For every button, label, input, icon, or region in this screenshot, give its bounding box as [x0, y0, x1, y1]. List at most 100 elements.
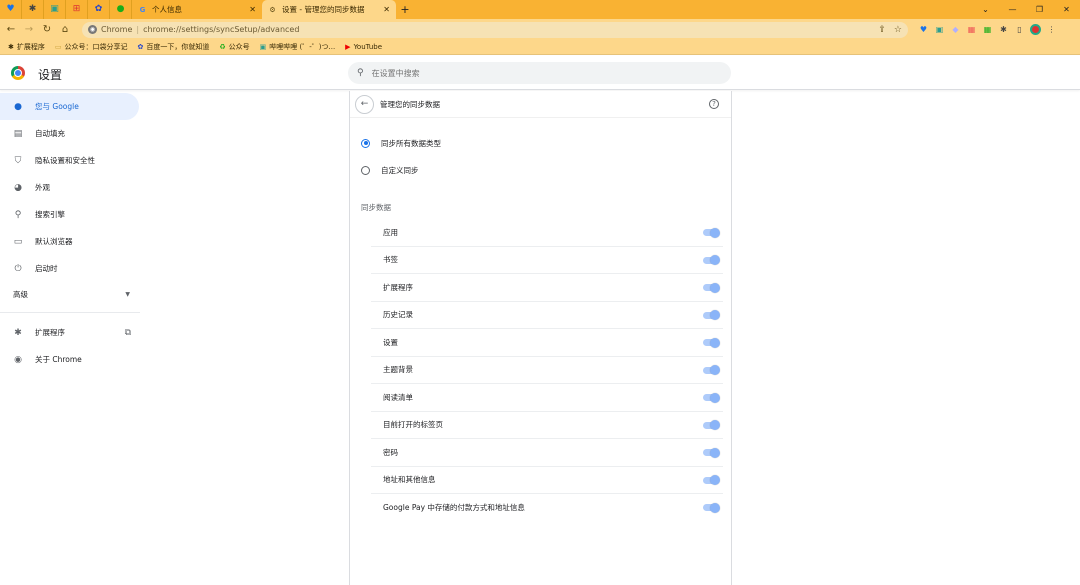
- toggle-switch[interactable]: [703, 310, 720, 320]
- palette-icon: ◕: [14, 182, 22, 193]
- avatar[interactable]: [1030, 24, 1041, 35]
- close-icon[interactable]: ✕: [383, 5, 390, 14]
- settings-search[interactable]: ⚲: [348, 62, 731, 84]
- pinned-tab-5[interactable]: ✿: [88, 0, 110, 19]
- sync-settings-card: ← 管理您的同步数据 ? 同步所有数据类型 自定义同步 同步数据 应用 书签 扩…: [349, 91, 732, 585]
- location-icon: ♥: [6, 4, 15, 14]
- page-icon: ▭: [54, 43, 62, 51]
- toggle-switch[interactable]: [703, 447, 720, 458]
- fox-icon[interactable]: ◆: [950, 24, 961, 35]
- sidebar-item-about-chrome[interactable]: ◉ 关于 Chrome: [0, 346, 145, 373]
- recycle-icon: ♻: [219, 43, 226, 51]
- sidebar-item-you-and-google[interactable]: ● 您与 Google: [0, 93, 139, 120]
- sidebar-item-privacy[interactable]: ⛉ 隐私设置和安全性: [0, 147, 145, 174]
- tab-strip: ♥ ✱ ▣ ⊞ ✿ ● G 个人信息 ✕ ⚙ 设置 - 管理您的同步数据 ✕ +…: [0, 0, 1080, 19]
- reload-icon[interactable]: ↻: [40, 23, 54, 37]
- share-icon[interactable]: ⇪: [878, 25, 886, 35]
- search-icon: ⚲: [14, 209, 22, 220]
- sidebar-divider: [0, 312, 140, 313]
- back-icon[interactable]: ←: [4, 23, 18, 37]
- restore-icon[interactable]: ❐: [1026, 5, 1053, 14]
- settings-sidebar: ● 您与 Google ▤ 自动填充 ⛉ 隐私设置和安全性 ◕ 外观 ⚲ 搜索引…: [0, 93, 145, 373]
- sync-item-bookmarks: 书签: [371, 247, 723, 274]
- toggle-switch[interactable]: [703, 255, 720, 265]
- menu-icon[interactable]: ⋮: [1046, 24, 1057, 35]
- power-icon: ⏻: [14, 263, 22, 274]
- toggle-switch[interactable]: [703, 392, 720, 403]
- sync-item-history: 历史记录: [371, 302, 723, 329]
- sidebar-item-on-startup[interactable]: ⏻ 启动时: [0, 255, 145, 282]
- sidebar-item-extensions[interactable]: ✱ 扩展程序 ⧉: [0, 319, 145, 346]
- puzzle-icon: ✱: [28, 4, 37, 14]
- sidebar-item-search-engine[interactable]: ⚲ 搜索引擎: [0, 201, 145, 228]
- toggle-switch[interactable]: [703, 365, 720, 375]
- cat-icon[interactable]: ▣: [934, 24, 945, 35]
- radio-button-checked[interactable]: [361, 138, 370, 148]
- page-title: 设置: [38, 68, 63, 82]
- sidebar-advanced-toggle[interactable]: 高级 ▼: [0, 282, 140, 306]
- back-arrow-icon[interactable]: ←: [355, 94, 374, 114]
- sync-item-apps: 应用: [371, 219, 723, 247]
- toggle-switch[interactable]: [703, 475, 720, 485]
- address-bar[interactable]: ◉ Chrome | chrome://settings/syncSetup/a…: [82, 21, 908, 38]
- pinned-tab-2[interactable]: ✱: [22, 0, 44, 19]
- sidebar-icon[interactable]: ▯: [1014, 24, 1025, 35]
- toggle-switch[interactable]: [703, 282, 720, 293]
- bookmark-bilibili[interactable]: ▣ 哔哩哔哩 (゜-゜)つ...: [260, 42, 336, 52]
- radio-button[interactable]: [361, 165, 370, 175]
- tab-personal-info[interactable]: G 个人信息 ✕: [132, 0, 262, 19]
- bookmark-wechat[interactable]: ♻ 公众号: [219, 42, 249, 52]
- new-tab-button[interactable]: +: [396, 0, 414, 19]
- sidebar-item-autofill[interactable]: ▤ 自动填充: [0, 120, 145, 147]
- bookmark-baidu[interactable]: ✿ 百度一下，你就知道: [138, 42, 210, 52]
- toggle-switch[interactable]: [703, 337, 720, 348]
- search-input[interactable]: [371, 68, 672, 78]
- minimize-icon[interactable]: —: [999, 5, 1026, 14]
- tab-settings[interactable]: ⚙ 设置 - 管理您的同步数据 ✕: [262, 0, 396, 19]
- close-window-icon[interactable]: ✕: [1053, 5, 1080, 14]
- pinned-tab-4[interactable]: ⊞: [66, 0, 88, 19]
- bookmark-youtube[interactable]: ▶ YouTube: [345, 43, 382, 51]
- sync-item-settings: 设置: [371, 329, 723, 357]
- url-text[interactable]: chrome://settings/syncSetup/advanced: [143, 25, 299, 34]
- sync-item-extensions: 扩展程序: [371, 274, 723, 302]
- close-icon[interactable]: ✕: [249, 5, 256, 14]
- pinned-tab-6[interactable]: ●: [110, 0, 132, 19]
- star-icon[interactable]: ☆: [894, 25, 902, 35]
- puzzle-icon: ✱: [8, 43, 14, 51]
- grid-icon[interactable]: ▦: [982, 24, 993, 35]
- radio-sync-all[interactable]: 同步所有数据类型: [361, 136, 441, 150]
- shield-icon: ⛉: [14, 155, 22, 166]
- youtube-icon: ▶: [345, 43, 351, 51]
- browser-icon: ▭: [13, 236, 23, 247]
- forward-icon[interactable]: →: [22, 23, 36, 37]
- toggle-switch[interactable]: [703, 502, 720, 513]
- puzzle-icon[interactable]: ✱: [998, 24, 1009, 35]
- card-title: 管理您的同步数据: [380, 99, 440, 109]
- location-icon[interactable]: ♥: [918, 24, 929, 35]
- chrome-icon: ◉: [14, 354, 22, 365]
- radio-custom-sync[interactable]: 自定义同步: [361, 163, 419, 177]
- pinned-tab-1[interactable]: ♥: [0, 0, 22, 19]
- bookmark-pocket[interactable]: ▭ 公众号：口袋分享记: [55, 42, 128, 52]
- grid-icon: ⊞: [72, 4, 81, 14]
- bookmark-extensions[interactable]: ✱ 扩展程序: [8, 42, 45, 52]
- clipboard-icon: ▤: [13, 128, 23, 139]
- extension-icons: ♥ ▣ ◆ ▦ ▦ ✱ ▯ ⋮: [918, 24, 1057, 35]
- sync-item-google-pay: Google Pay 中存储的付款方式和地址信息: [371, 494, 723, 522]
- sidebar-item-appearance[interactable]: ◕ 外观: [0, 174, 145, 201]
- pinned-tab-3[interactable]: ▣: [44, 0, 66, 19]
- toggle-switch[interactable]: [703, 227, 720, 238]
- home-icon[interactable]: ⌂: [58, 23, 72, 37]
- gear-icon: ⚙: [269, 5, 276, 14]
- sidebar-item-default-browser[interactable]: ▭ 默认浏览器: [0, 228, 145, 255]
- caret-down-icon: ▼: [125, 290, 130, 298]
- baidu-icon: ✿: [137, 43, 144, 51]
- bookmarks-bar: ✱ 扩展程序 ▭ 公众号：口袋分享记 ✿ 百度一下，你就知道 ♻ 公众号 ▣ 哔哩哔哩 (…: [0, 40, 1080, 55]
- help-icon[interactable]: ?: [709, 99, 719, 109]
- sync-item-reading-list: 阅读清单: [371, 384, 723, 412]
- chrome-site-icon: ◉: [88, 25, 97, 34]
- toggle-switch[interactable]: [703, 420, 720, 430]
- colors-icon[interactable]: ▦: [966, 24, 977, 35]
- chevron-down-icon[interactable]: ⌄: [972, 5, 999, 14]
